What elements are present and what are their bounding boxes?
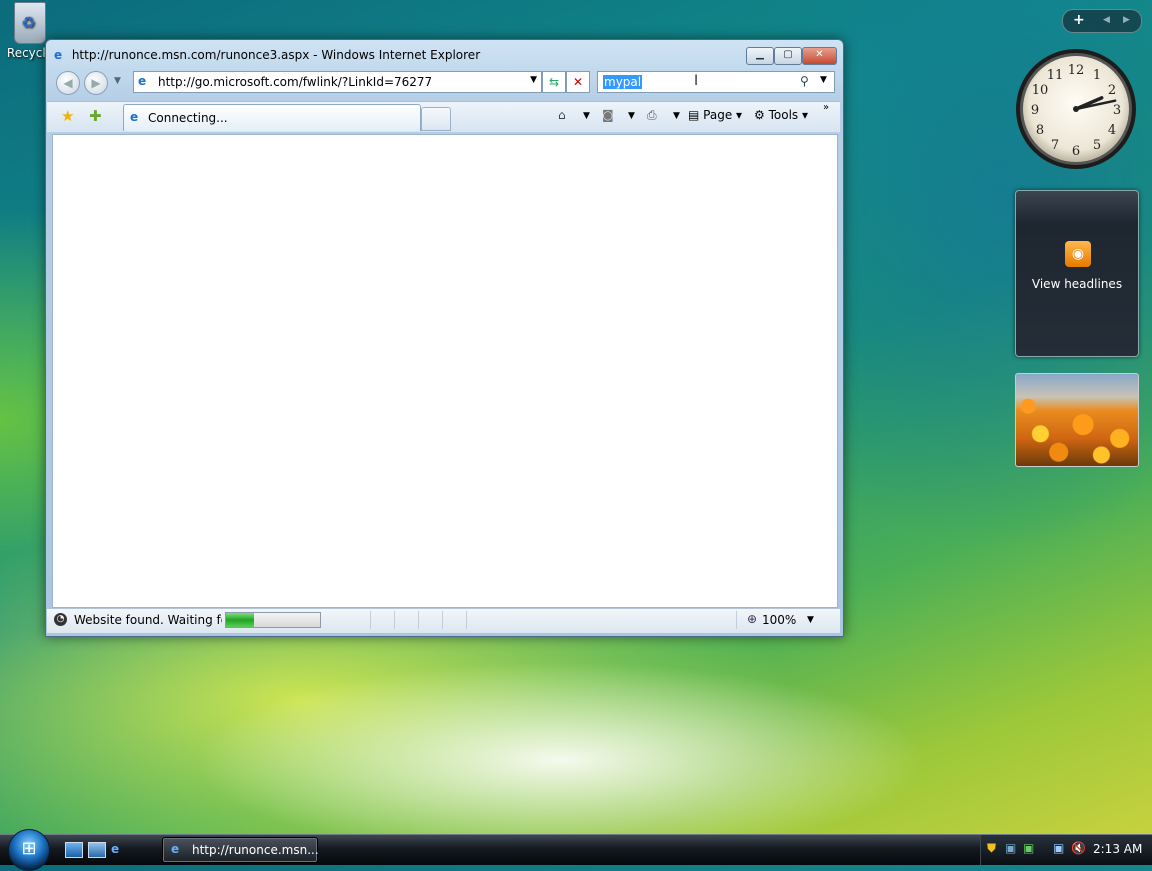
home-dropdown[interactable]: ▼	[583, 111, 590, 121]
stop-button[interactable]: ✕	[566, 71, 590, 93]
browser-window: e http://runonce.msn.com/runonce3.aspx -…	[45, 39, 844, 637]
svg-text:8: 8	[1036, 123, 1044, 138]
stop-icon: ✕	[572, 75, 584, 89]
search-options-dropdown[interactable]: ▼	[820, 75, 827, 85]
address-bar[interactable]: e http://go.microsoft.com/fwlink/?LinkId…	[133, 71, 542, 93]
address-text: http://go.microsoft.com/fwlink/?LinkId=7…	[158, 75, 433, 89]
print-dropdown[interactable]: ▼	[673, 111, 680, 121]
ie-icon: e	[130, 110, 139, 124]
back-icon: ◀	[63, 76, 73, 90]
taskbar-button-label: http://runonce.msn...	[192, 843, 319, 857]
taskbar: ⊞ e e http://runonce.msn... ⛊ ▣ ▣ ▣ 🔇 2:…	[0, 829, 1152, 871]
taskbar-button-ie[interactable]: e http://runonce.msn...	[162, 837, 319, 863]
svg-text:1: 1	[1093, 68, 1101, 83]
feeds-dropdown[interactable]: ▼	[628, 111, 635, 121]
svg-text:3: 3	[1113, 103, 1121, 118]
tools-menu[interactable]: ⚙ Tools ▾	[754, 108, 808, 122]
view-headlines-label[interactable]: View headlines	[1016, 277, 1138, 291]
window-title: http://runonce.msn.com/runonce3.aspx - W…	[71, 48, 481, 62]
system-tray: ⛊ ▣ ▣ ▣ 🔇 2:13 AM	[980, 835, 1152, 865]
refresh-icon: ⇆	[548, 75, 560, 89]
refresh-button[interactable]: ⇆	[542, 71, 566, 93]
add-gadget-icon[interactable]: +	[1073, 12, 1085, 28]
add-favorites-icon[interactable]: ✚	[89, 107, 102, 125]
tools-gear-icon: ⚙	[754, 108, 765, 122]
status-text: Website found. Waiting for r	[74, 613, 222, 627]
recent-pages-dropdown[interactable]: ▼	[114, 76, 121, 86]
clock-gadget[interactable]: 12 12 345 678 91011	[1014, 47, 1138, 171]
svg-text:5: 5	[1093, 138, 1101, 153]
back-button[interactable]: ◀	[56, 71, 80, 95]
print-icon[interactable]: ⎙	[647, 108, 657, 123]
volume-muted-icon[interactable]: 🔇	[1071, 841, 1086, 855]
progress-fill	[226, 613, 255, 627]
search-input[interactable]: mypal I ⚲ ▼	[597, 71, 835, 93]
zoom-dropdown[interactable]: ▼	[807, 615, 814, 625]
ie-icon: e	[54, 48, 63, 62]
address-dropdown[interactable]: ▼	[530, 75, 537, 85]
text-cursor-icon: I	[694, 73, 699, 89]
forward-icon: ▶	[91, 76, 101, 90]
window-titlebar[interactable]: e http://runonce.msn.com/runonce3.aspx -…	[54, 46, 480, 64]
page-menu[interactable]: ▤ Page ▾	[688, 108, 742, 122]
ie-icon: e	[138, 74, 147, 88]
show-desktop-icon[interactable]	[65, 842, 83, 858]
device-icon[interactable]: ▣	[1005, 841, 1016, 855]
next-gadget-icon[interactable]: ▶	[1123, 15, 1130, 25]
zoom-level[interactable]: 100%	[762, 613, 796, 627]
feed-headlines-gadget[interactable]: ◉ View headlines	[1015, 190, 1139, 357]
home-icon[interactable]: ⌂	[558, 108, 566, 122]
loading-clock-icon: ◔	[54, 613, 67, 626]
rss-icon: ◉	[1065, 241, 1091, 267]
svg-text:4: 4	[1108, 123, 1116, 138]
svg-text:7: 7	[1051, 138, 1059, 153]
svg-text:10: 10	[1032, 83, 1049, 98]
svg-text:12: 12	[1068, 63, 1085, 78]
svg-text:2: 2	[1108, 83, 1116, 98]
progress-bar	[225, 612, 321, 628]
prev-gadget-icon[interactable]: ◀	[1103, 15, 1110, 25]
shield-icon[interactable]: ⛊	[987, 841, 996, 856]
ie-icon[interactable]: e	[111, 842, 127, 856]
maximize-button[interactable]: ▢	[774, 47, 802, 65]
page-content[interactable]	[52, 134, 838, 608]
svg-text:11: 11	[1047, 68, 1064, 83]
search-value: mypal	[603, 75, 643, 89]
status-bar: ◔ Website found. Waiting for r ⊕ 100% ▼	[47, 608, 840, 633]
close-button[interactable]: ✕	[802, 47, 837, 65]
search-icon[interactable]: ⚲	[800, 74, 809, 88]
tools-menu-label: Tools	[768, 108, 799, 122]
system-clock[interactable]: 2:13 AM	[1093, 842, 1142, 856]
svg-text:6: 6	[1072, 144, 1080, 159]
forward-button[interactable]: ▶	[84, 71, 108, 95]
new-tab-button[interactable]	[421, 107, 451, 131]
zoom-icon[interactable]: ⊕	[747, 612, 757, 626]
recycle-bin-icon	[14, 2, 46, 44]
toolbar-overflow-chevron-icon[interactable]: »	[823, 102, 829, 113]
network-icon[interactable]: ▣	[1053, 841, 1064, 855]
page-icon: ▤	[688, 108, 700, 122]
start-orb-icon[interactable]: ⊞	[8, 829, 50, 871]
page-menu-label: Page	[703, 108, 733, 122]
slideshow-gadget[interactable]	[1015, 373, 1139, 467]
favorites-star-icon[interactable]: ★	[61, 107, 74, 125]
tab-active[interactable]: e Connecting...	[123, 104, 421, 131]
ie-icon: e	[171, 842, 180, 856]
switch-windows-icon[interactable]	[88, 842, 106, 858]
tab-toolbar: ★ ✚ e Connecting... ⌂ ▼ ◙ ▼ ⎙ ▼ ▤ Page ▾…	[47, 101, 840, 132]
sidebar-controls: + ◀ ▶	[1062, 9, 1142, 33]
tab-label: Connecting...	[148, 111, 228, 125]
sync-icon[interactable]: ▣	[1023, 841, 1034, 855]
svg-text:9: 9	[1031, 103, 1039, 118]
minimize-button[interactable]: ▁	[746, 47, 774, 65]
feeds-icon[interactable]: ◙	[602, 108, 614, 122]
